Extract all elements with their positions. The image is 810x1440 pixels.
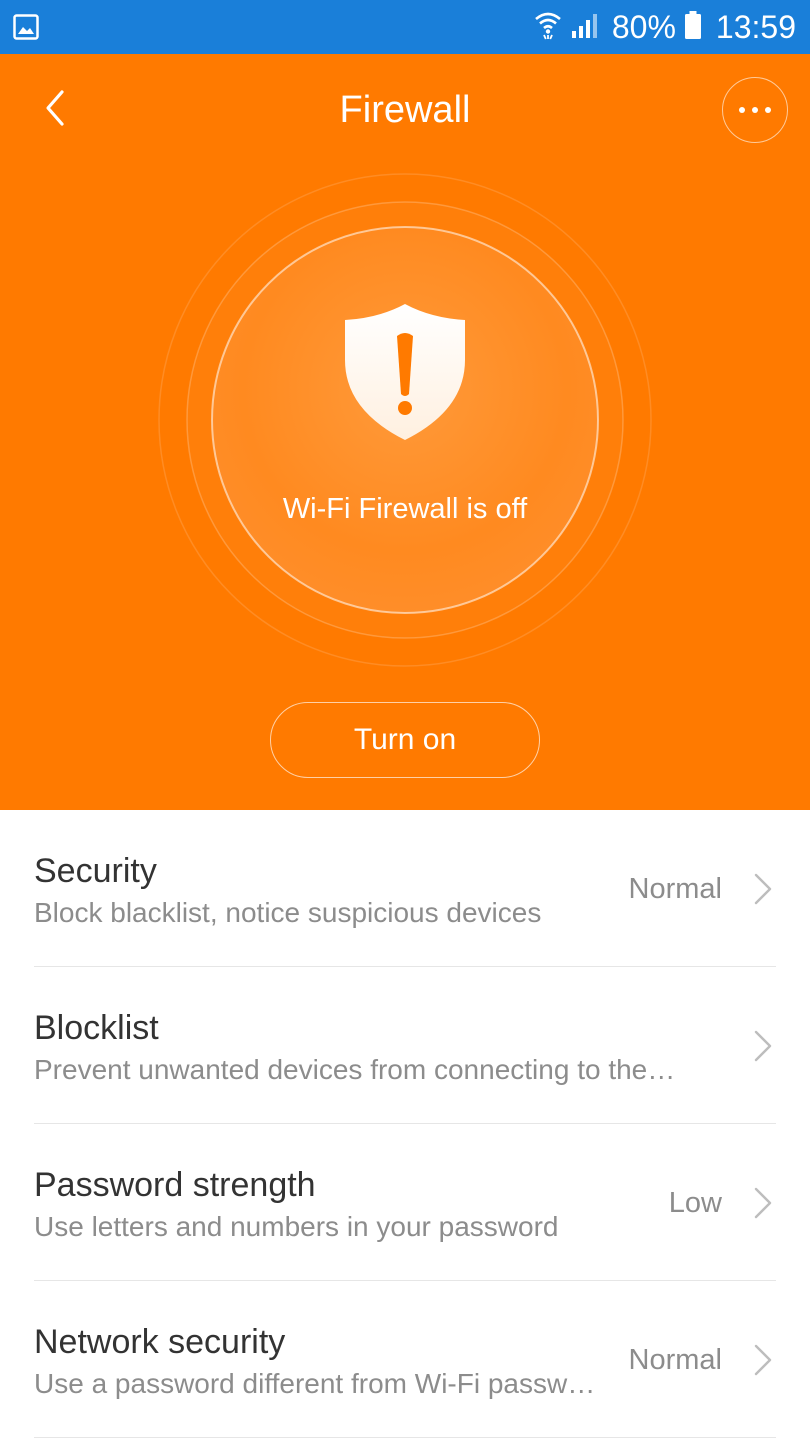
chevron-right-icon [752, 1186, 774, 1220]
firewall-status-text: Wi-Fi Firewall is off [282, 493, 528, 525]
status-indicators: 80% 13:59 [534, 0, 796, 54]
clock: 13:59 [715, 9, 796, 45]
chevron-right-icon [752, 1029, 774, 1063]
item-description: Block blacklist, notice suspicious devic… [34, 897, 542, 928]
firewall-hero: Firewall Wi-Fi Firewall is off Turn on [0, 54, 810, 810]
page-title: Firewall [339, 89, 471, 131]
item-description: Use letters and numbers in your password [34, 1211, 559, 1242]
cellular-signal-icon [570, 11, 600, 44]
item-value: Normal [628, 1344, 722, 1376]
chevron-right-icon [752, 1343, 774, 1377]
turn-on-button[interactable]: Turn on [270, 702, 540, 778]
item-title: Network security [34, 1323, 286, 1361]
wifi-icon [534, 10, 562, 45]
settings-item-password-strength[interactable]: Password strength Use letters and number… [34, 1124, 776, 1281]
shield-alert-icon [343, 302, 467, 442]
gallery-icon [13, 14, 39, 40]
item-value: Normal [628, 873, 722, 905]
settings-item-blocklist[interactable]: Blocklist Prevent unwanted devices from … [34, 967, 776, 1124]
status-bar: 80% 13:59 [0, 0, 810, 54]
settings-list: Security Block blacklist, notice suspici… [0, 810, 810, 1438]
chevron-right-icon [752, 872, 774, 906]
item-value: Low [668, 1187, 722, 1219]
battery-percent: 80% [611, 9, 676, 45]
settings-item-security[interactable]: Security Block blacklist, notice suspici… [34, 810, 776, 967]
item-description: Use a password different from Wi-Fi pass… [34, 1368, 596, 1399]
more-options-button[interactable] [722, 77, 788, 143]
item-title: Blocklist [34, 1009, 159, 1047]
item-description: Prevent unwanted devices from connecting… [34, 1054, 676, 1085]
settings-item-network-security[interactable]: Network security Use a password differen… [34, 1281, 776, 1438]
battery-icon [684, 10, 702, 45]
more-dots-icon [737, 101, 773, 119]
item-title: Password strength [34, 1166, 316, 1204]
item-title: Security [34, 852, 157, 890]
